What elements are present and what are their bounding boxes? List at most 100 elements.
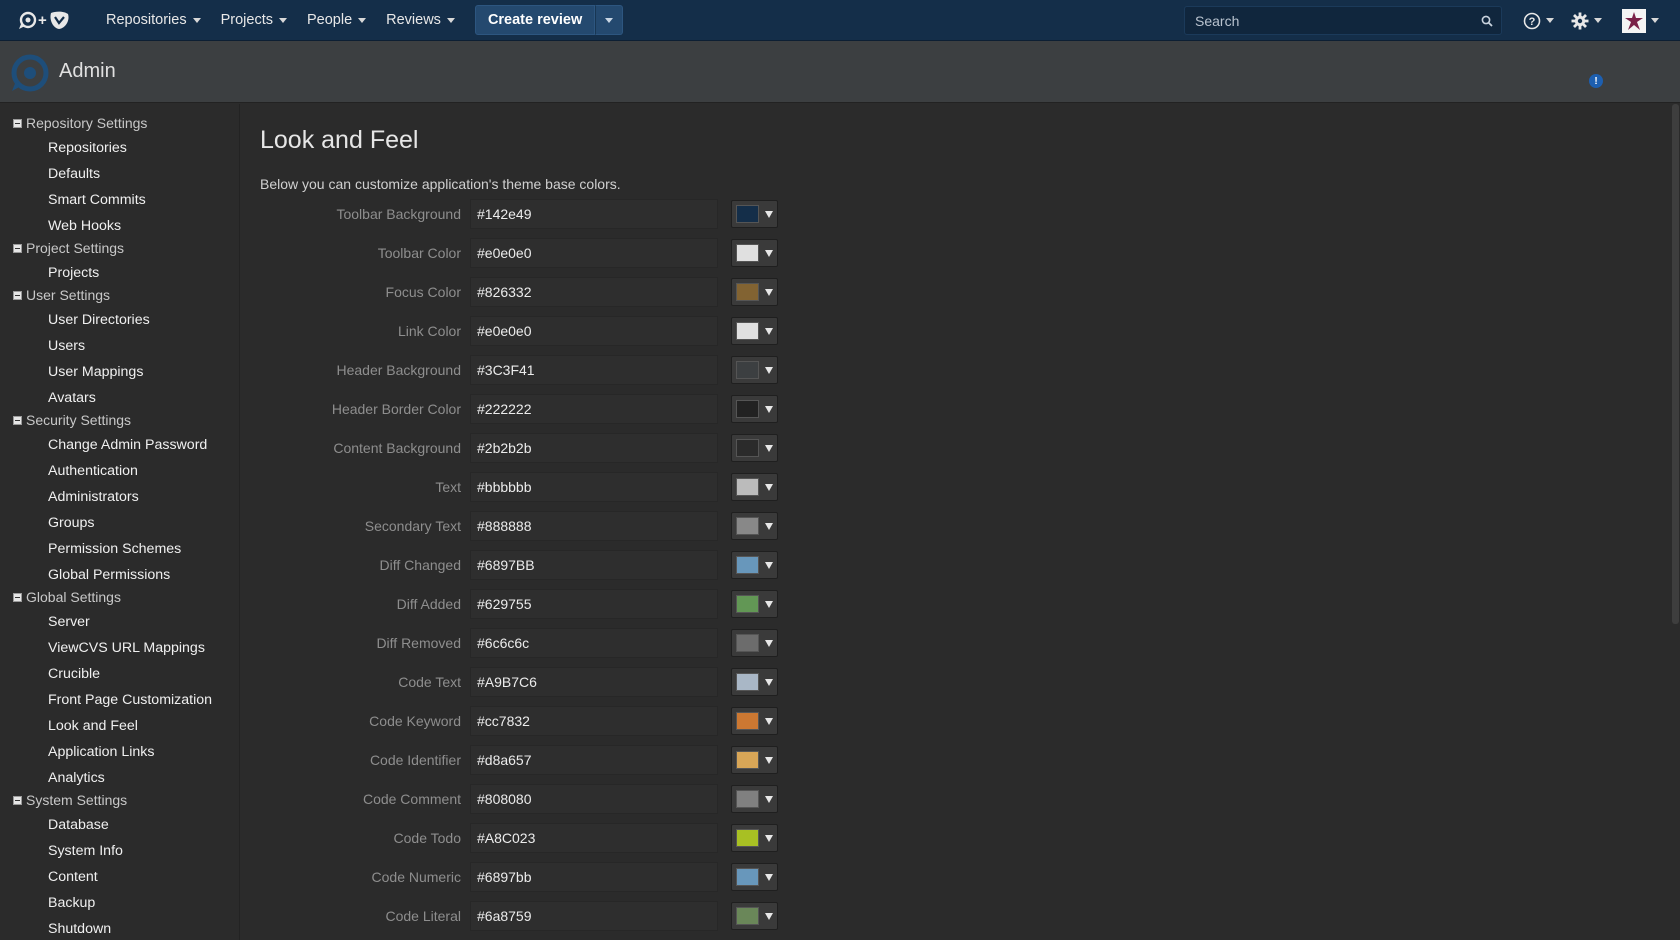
focus-color-input[interactable] bbox=[470, 277, 718, 307]
sidebar-item-projects[interactable]: Projects bbox=[48, 265, 99, 281]
sidebar-item-content[interactable]: Content bbox=[48, 869, 98, 885]
search-input[interactable] bbox=[1185, 12, 1473, 29]
color-picker-button[interactable] bbox=[731, 512, 778, 540]
sidebar-section-global-settings[interactable]: Global Settings bbox=[13, 589, 121, 605]
sidebar-item-user-directories[interactable]: User Directories bbox=[48, 312, 150, 328]
chevron-down-icon bbox=[605, 17, 614, 23]
color-label: Header Background bbox=[336, 362, 461, 378]
scrollbar-thumb[interactable] bbox=[1672, 104, 1679, 624]
sidebar-item-backup[interactable]: Backup bbox=[48, 895, 95, 911]
content-background-input[interactable] bbox=[470, 433, 718, 463]
toolbar-color-input[interactable] bbox=[470, 238, 718, 268]
sidebar-item-user-mappings[interactable]: User Mappings bbox=[48, 364, 143, 380]
color-label: Code Todo bbox=[393, 830, 461, 846]
nav-projects[interactable]: Projects bbox=[211, 0, 297, 41]
color-label: Link Color bbox=[397, 323, 461, 339]
sidebar-item-database[interactable]: Database bbox=[48, 817, 109, 833]
sidebar-item-smart-commits[interactable]: Smart Commits bbox=[48, 192, 146, 208]
color-row-toolbar-background: Toolbar Background bbox=[241, 199, 1041, 229]
nav-reviews[interactable]: Reviews bbox=[376, 0, 465, 41]
diff-added-input[interactable] bbox=[470, 589, 718, 619]
sidebar-item-application-links[interactable]: Application Links bbox=[48, 744, 154, 760]
notification-badge[interactable]: ! bbox=[1589, 74, 1603, 88]
settings-menu-button[interactable] bbox=[1571, 0, 1602, 41]
color-picker-button[interactable] bbox=[731, 278, 778, 306]
sidebar-item-avatars[interactable]: Avatars bbox=[48, 390, 96, 406]
sidebar-section-user-settings[interactable]: User Settings bbox=[13, 287, 110, 303]
help-menu-button[interactable]: ? bbox=[1523, 0, 1554, 41]
code-numeric-input[interactable] bbox=[470, 862, 718, 892]
color-picker-button[interactable] bbox=[731, 668, 778, 696]
dropdown-arrow-icon bbox=[765, 249, 773, 257]
sidebar-item-shutdown[interactable]: Shutdown bbox=[48, 921, 111, 937]
sidebar-section-security-settings[interactable]: Security Settings bbox=[13, 412, 131, 428]
sidebar-item-administrators[interactable]: Administrators bbox=[48, 489, 139, 505]
color-picker-button[interactable] bbox=[731, 785, 778, 813]
color-picker-button[interactable] bbox=[731, 707, 778, 735]
sidebar-section-project-settings[interactable]: Project Settings bbox=[13, 240, 124, 256]
code-literal-input[interactable] bbox=[470, 901, 718, 931]
color-swatch bbox=[736, 634, 759, 652]
color-picker-button[interactable] bbox=[731, 356, 778, 384]
header-background-input[interactable] bbox=[470, 355, 718, 385]
sidebar-item-authentication[interactable]: Authentication bbox=[48, 463, 138, 479]
color-picker-button[interactable] bbox=[731, 902, 778, 930]
color-picker-button[interactable] bbox=[731, 551, 778, 579]
color-picker-button[interactable] bbox=[731, 317, 778, 345]
nav-repositories[interactable]: Repositories bbox=[96, 0, 211, 41]
color-picker-button[interactable] bbox=[731, 434, 778, 462]
color-picker-button[interactable] bbox=[731, 863, 778, 891]
chevron-down-icon bbox=[278, 17, 287, 23]
color-picker-button[interactable] bbox=[731, 746, 778, 774]
sidebar-item-viewcvs-url-mappings[interactable]: ViewCVS URL Mappings bbox=[48, 640, 205, 656]
sidebar-item-web-hooks[interactable]: Web Hooks bbox=[48, 218, 121, 234]
chevron-down-icon bbox=[446, 17, 455, 23]
nav-people[interactable]: People bbox=[297, 0, 376, 41]
create-review-dropdown-button[interactable] bbox=[595, 5, 624, 35]
diff-removed-input[interactable] bbox=[470, 628, 718, 658]
color-picker-button[interactable] bbox=[731, 473, 778, 501]
color-picker-button[interactable] bbox=[731, 590, 778, 618]
code-identifier-input[interactable] bbox=[470, 745, 718, 775]
sidebar-item-permission-schemes[interactable]: Permission Schemes bbox=[48, 541, 181, 557]
color-picker-button[interactable] bbox=[731, 200, 778, 228]
dropdown-arrow-icon bbox=[765, 405, 773, 413]
admin-sidebar: Repository Settings Repositories Default… bbox=[0, 104, 240, 940]
sidebar-item-groups[interactable]: Groups bbox=[48, 515, 95, 531]
link-color-input[interactable] bbox=[470, 316, 718, 346]
sidebar-item-server[interactable]: Server bbox=[48, 614, 90, 630]
color-picker-button[interactable] bbox=[731, 395, 778, 423]
code-todo-input[interactable] bbox=[470, 823, 718, 853]
collapse-icon bbox=[13, 290, 22, 300]
fisheye-crucible-logo-icon[interactable]: + bbox=[18, 0, 82, 41]
sidebar-item-analytics[interactable]: Analytics bbox=[48, 770, 105, 786]
sidebar-item-users[interactable]: Users bbox=[48, 338, 85, 354]
header-border-color-input[interactable] bbox=[470, 394, 718, 424]
toolbar-background-input[interactable] bbox=[470, 199, 718, 229]
secondary-text-input[interactable] bbox=[470, 511, 718, 541]
sidebar-item-crucible[interactable]: Crucible bbox=[48, 666, 100, 682]
code-keyword-input[interactable] bbox=[470, 706, 718, 736]
sidebar-item-look-and-feel[interactable]: Look and Feel bbox=[48, 718, 138, 734]
sidebar-item-defaults[interactable]: Defaults bbox=[48, 166, 100, 182]
sidebar-item-change-admin-password[interactable]: Change Admin Password bbox=[48, 437, 207, 453]
sidebar-item-global-permissions[interactable]: Global Permissions bbox=[48, 567, 170, 583]
search-icon[interactable] bbox=[1473, 15, 1501, 27]
color-row-code-literal: Code Literal bbox=[241, 901, 1041, 931]
sidebar-section-repository-settings[interactable]: Repository Settings bbox=[13, 115, 147, 131]
gear-icon bbox=[1571, 12, 1589, 29]
color-picker-button[interactable] bbox=[731, 824, 778, 852]
color-picker-button[interactable] bbox=[731, 629, 778, 657]
user-menu-button[interactable] bbox=[1622, 0, 1659, 41]
code-text-input[interactable] bbox=[470, 667, 718, 697]
create-review-button[interactable]: Create review bbox=[474, 5, 596, 35]
sidebar-item-repositories[interactable]: Repositories bbox=[48, 140, 127, 156]
code-comment-input[interactable] bbox=[470, 784, 718, 814]
diff-changed-input[interactable] bbox=[470, 550, 718, 580]
sidebar-item-system-info[interactable]: System Info bbox=[48, 843, 123, 859]
fisheye-eye-icon bbox=[10, 53, 50, 98]
color-picker-button[interactable] bbox=[731, 239, 778, 267]
sidebar-section-system-settings[interactable]: System Settings bbox=[13, 792, 127, 808]
sidebar-item-front-page-customization[interactable]: Front Page Customization bbox=[48, 692, 212, 708]
text-color-input[interactable] bbox=[470, 472, 718, 502]
